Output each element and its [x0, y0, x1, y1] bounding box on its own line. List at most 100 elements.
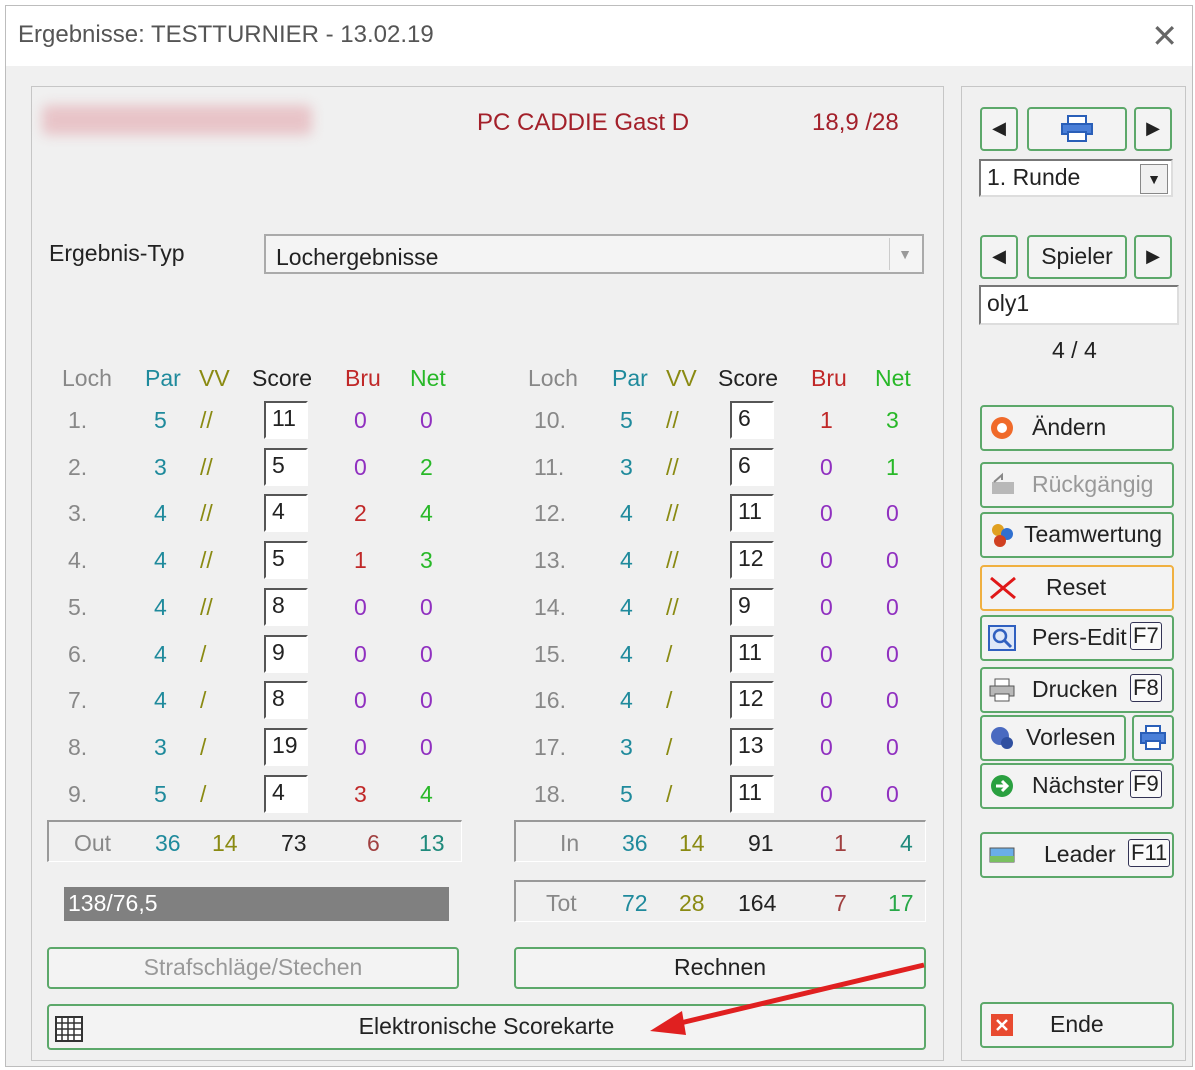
printer-icon	[1060, 115, 1094, 143]
score-input[interactable]: 11	[264, 401, 308, 439]
rueckgaengig-button[interactable]: Rückgängig	[980, 462, 1174, 508]
round-select[interactable]: 1. Runde ▼	[979, 159, 1173, 197]
hole-number: 17.	[534, 733, 566, 760]
table-row: 16. 4 / 0 0 12	[498, 679, 918, 721]
next-player-button[interactable]: ▶	[1134, 235, 1172, 279]
in-vv: 14	[679, 830, 705, 856]
hole-number: 2.	[68, 453, 88, 480]
print-round-button[interactable]	[1027, 107, 1127, 151]
net-value: 2	[420, 453, 433, 480]
spieler-button[interactable]: Spieler	[1027, 235, 1127, 279]
table-row: 12. 4 // 0 0 11	[498, 492, 918, 534]
in-total-row: In 36 14 91 1 4	[514, 820, 926, 862]
bru-value: 0	[820, 687, 833, 714]
chevron-down-icon[interactable]: ▼	[1140, 164, 1168, 194]
teamwertung-button[interactable]: Teamwertung	[980, 512, 1174, 558]
hole-number: 6.	[68, 640, 88, 667]
score-input[interactable]: 11	[730, 634, 774, 673]
grid-icon	[55, 1014, 83, 1042]
out-total-row: Out 36 14 73 6 13	[47, 820, 462, 862]
result-type-value: Lochergebnisse	[276, 244, 439, 270]
score-input[interactable]: 12	[730, 541, 774, 580]
leader-button[interactable]: Leader F11	[980, 832, 1174, 878]
rueckgaengig-label: Rückgängig	[1032, 471, 1154, 497]
reset-button[interactable]: Reset	[980, 565, 1174, 611]
next-round-button[interactable]: ▶	[1134, 107, 1172, 151]
score-input[interactable]: 6	[730, 401, 774, 439]
score-input[interactable]: 13	[730, 727, 774, 766]
reset-label: Reset	[1046, 574, 1107, 600]
bru-value: 0	[820, 453, 833, 480]
x-icon	[988, 575, 1016, 601]
result-type-select[interactable]: Lochergebnisse ▼	[264, 234, 924, 274]
par-value: 5	[620, 407, 633, 433]
score-input[interactable]: 5	[264, 541, 308, 580]
net-value: 4	[420, 780, 433, 807]
header-par-left: Par	[145, 365, 181, 391]
aendern-button[interactable]: Ändern	[980, 405, 1174, 451]
pers-edit-button[interactable]: Pers-Edit F7	[980, 615, 1174, 661]
header-score-left: Score	[252, 365, 313, 391]
par-value: 4	[620, 687, 633, 714]
bru-value: 0	[820, 733, 833, 760]
results-window: Ergebnisse: TESTTURNIER - 13.02.19 ✕ PC …	[5, 5, 1193, 1067]
score-input[interactable]: 9	[730, 587, 774, 626]
in-bru: 1	[834, 830, 847, 856]
vv-value: /	[200, 640, 207, 667]
vorlesen-print-button[interactable]	[1132, 715, 1174, 761]
leader-label: Leader	[1044, 841, 1116, 867]
score-input[interactable]: 12	[730, 681, 774, 720]
player-input[interactable]: oly1	[979, 285, 1179, 325]
chevron-down-icon[interactable]: ▼	[889, 238, 920, 270]
vorlesen-label: Vorlesen	[1026, 724, 1116, 750]
score-input[interactable]: 8	[264, 681, 308, 720]
net-value: 0	[886, 547, 899, 574]
summary-bar: 138/76,5	[64, 887, 449, 921]
score-input[interactable]: 5	[264, 447, 308, 486]
drucken-button[interactable]: Drucken F8	[980, 667, 1174, 713]
hole-number: 13.	[534, 547, 566, 574]
player-count: 4 / 4	[1052, 337, 1097, 363]
f8-key: F8	[1130, 674, 1162, 702]
out-bru: 6	[367, 830, 380, 856]
score-input[interactable]: 6	[730, 447, 774, 486]
bru-value: 1	[820, 407, 833, 433]
hole-number: 18.	[534, 780, 566, 807]
printer-icon	[988, 677, 1016, 703]
pers-edit-label: Pers-Edit	[1032, 624, 1127, 650]
prev-round-button[interactable]: ◀	[980, 107, 1018, 151]
naechster-label: Nächster	[1032, 772, 1125, 798]
score-input[interactable]: 19	[264, 727, 308, 766]
bru-value: 0	[354, 593, 367, 620]
score-input[interactable]: 8	[264, 587, 308, 626]
score-input[interactable]: 11	[730, 774, 774, 813]
par-value: 5	[154, 780, 167, 807]
net-value: 0	[886, 640, 899, 667]
net-value: 0	[420, 407, 433, 433]
drucken-label: Drucken	[1032, 676, 1118, 702]
naechster-button[interactable]: Nächster F9	[980, 763, 1174, 809]
hole-number: 12.	[534, 500, 566, 527]
header-vv-left: VV	[199, 365, 230, 391]
ende-button[interactable]: Ende	[980, 1002, 1174, 1048]
score-input[interactable]: 4	[264, 774, 308, 813]
prev-player-button[interactable]: ◀	[980, 235, 1018, 279]
vorlesen-button[interactable]: Vorlesen	[980, 715, 1126, 761]
strafschlaege-button[interactable]: Strafschläge/Stechen	[47, 947, 459, 989]
table-row: 7. 4 / 0 0 8	[32, 679, 452, 721]
table-row: 3. 4 // 2 4 4	[32, 492, 452, 534]
grand-total-row: Tot 72 28 164 7 17	[514, 880, 926, 922]
vv-value: //	[200, 453, 213, 480]
vv-value: /	[200, 780, 207, 807]
vv-value: //	[666, 407, 679, 433]
hole-number: 16.	[534, 687, 566, 714]
tot-par: 72	[622, 890, 648, 916]
close-icon[interactable]: ✕	[1151, 16, 1178, 56]
table-row: 13. 4 // 0 0 12	[498, 539, 918, 581]
score-input[interactable]: 9	[264, 634, 308, 673]
score-input[interactable]: 11	[730, 494, 774, 533]
score-input[interactable]: 4	[264, 494, 308, 533]
net-value: 1	[886, 453, 899, 480]
net-value: 0	[886, 733, 899, 760]
in-label: In	[560, 830, 580, 856]
